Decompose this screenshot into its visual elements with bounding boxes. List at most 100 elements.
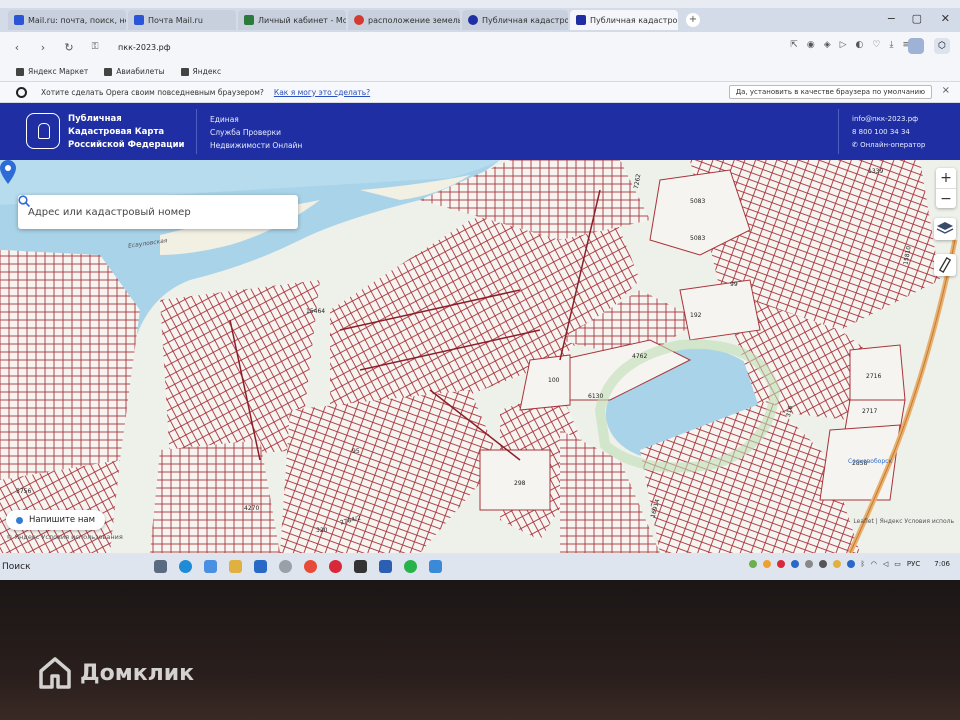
explorer-icon[interactable] (229, 560, 242, 573)
yandex-icon[interactable] (304, 560, 317, 573)
tab-label: Публичная кадастровая (482, 15, 568, 25)
tray-app-icon[interactable] (790, 560, 799, 568)
market-icon (16, 67, 24, 76)
wallet-icon[interactable]: ◐ (856, 40, 864, 50)
search-input[interactable]: Адрес или кадастровый номер (18, 195, 298, 229)
brand-line: Публичная (68, 114, 122, 124)
parcel-label: 192 (690, 312, 702, 319)
site-logo-icon[interactable] (26, 113, 60, 149)
edge-icon[interactable] (179, 560, 192, 573)
tab-cabinet[interactable]: Личный кабинет - Моя с (238, 10, 346, 30)
screen: Mail.ru: почта, поиск, но Почта Mail.ru … (0, 0, 960, 580)
bookmark-market[interactable]: Яндекс Маркет (16, 67, 88, 76)
tab-cadastral-active[interactable]: Публичная кадастровая ✕ (570, 10, 678, 30)
email-link[interactable]: info@пкк-2023.рф (852, 113, 925, 126)
site-info-icon[interactable]: ⚿ (88, 42, 102, 52)
chat-button[interactable]: Напишите нам (6, 510, 106, 530)
brand-line: Российской Федерации (68, 140, 185, 150)
parcel-label: 4762 (632, 353, 648, 360)
zoom-in-button[interactable]: + (936, 168, 956, 188)
domklik-logo-icon (39, 657, 71, 689)
tab-mail-home[interactable]: Mail.ru: почта, поиск, но (8, 10, 126, 30)
share-icon[interactable]: ⇱ (790, 40, 798, 50)
parcel-label: 2717 (862, 408, 878, 415)
camera-icon[interactable]: ◉ (807, 40, 815, 50)
play-icon[interactable]: ▷ (840, 40, 847, 50)
language-indicator[interactable]: РУС (907, 560, 920, 568)
bookmark-yandex[interactable]: Яндекс (180, 67, 222, 76)
minimize-button[interactable]: − (887, 12, 896, 25)
cadastral-map[interactable]: 5083 5083 7262 1339 15810 99 192 4762 10… (0, 160, 960, 553)
yandex-icon (180, 67, 189, 76)
tab-yandex-search[interactable]: расположение земельн (348, 10, 460, 30)
download-icon[interactable]: ⤓ (889, 40, 893, 50)
taskbar: Поиск ᛒ ◠ ◁ ▭ РУС 7:06 (0, 553, 960, 580)
mail-icon[interactable] (254, 560, 267, 573)
photos-icon[interactable] (429, 560, 442, 573)
tab-bar: Mail.ru: почта, поиск, но Почта Mail.ru … (0, 8, 960, 32)
reload-button[interactable]: ↻ (62, 41, 76, 54)
opera-icon[interactable] (329, 560, 342, 573)
address-bar: ‹ › ↻ ⚿ пкк-2023.рф ⇱ ◉ ◈ ▷ ◐ ♡ ⤓ ≡ ⬡ (0, 32, 960, 62)
yandex-browser-icon[interactable] (279, 560, 292, 573)
tray-app-icon[interactable] (804, 560, 813, 568)
tray-app-icon[interactable] (818, 560, 827, 568)
ruler-button[interactable] (934, 254, 956, 276)
yandex-attribution[interactable]: © Яндекс Условия использования (6, 533, 123, 541)
volume-icon[interactable]: ◁ (883, 560, 888, 568)
shield-icon[interactable]: ◈ (824, 40, 831, 50)
task-view-icon[interactable] (154, 560, 167, 573)
tray-app-icon[interactable] (832, 560, 841, 568)
url-field[interactable]: пкк-2023.рф (118, 43, 171, 52)
bookmark-label: Яндекс (192, 67, 222, 76)
new-tab-button[interactable]: + (686, 13, 700, 27)
close-prompt-icon[interactable]: × (942, 85, 950, 96)
parcel-label: 2716 (866, 373, 882, 380)
heart-icon[interactable]: ♡ (872, 40, 880, 50)
opera-howto-link[interactable]: Как я могу это сделать? (274, 88, 370, 97)
system-tray: ᛒ ◠ ◁ ▭ РУС 7:06 (748, 560, 950, 568)
tab-mail[interactable]: Почта Mail.ru (128, 10, 236, 30)
word-icon[interactable] (379, 560, 392, 573)
profile-avatar[interactable] (908, 38, 924, 54)
app-icon[interactable] (354, 560, 367, 573)
parcel-label: 5083 (690, 198, 706, 205)
bluetooth-icon[interactable]: ᛒ (861, 560, 865, 568)
header-divider (196, 109, 197, 154)
leaflet-attribution[interactable]: Leaflet | Яндекс Условия исполь (853, 518, 954, 525)
search-icon[interactable] (18, 195, 30, 207)
layers-button[interactable] (934, 218, 956, 240)
operator-link[interactable]: ✆ Онлайн-оператор (852, 139, 925, 152)
phone-link[interactable]: 8 800 100 34 34 (852, 126, 925, 139)
tray-app-icon[interactable] (762, 560, 771, 568)
ruler-icon (938, 257, 952, 273)
tray-app-icon[interactable] (776, 560, 785, 568)
forward-button[interactable]: › (36, 41, 50, 54)
mail-icon (14, 15, 24, 25)
tray-app-icon[interactable] (846, 560, 855, 568)
zoom-out-button[interactable]: − (936, 188, 956, 208)
opera-icon (16, 86, 27, 98)
opera-default-prompt: Хотите сделать Opera своим повседневным … (0, 82, 960, 103)
bookmark-avia[interactable]: Авиабилеты (104, 67, 165, 76)
back-button[interactable]: ‹ (10, 41, 24, 54)
location-marker-icon[interactable] (0, 160, 16, 184)
clock[interactable]: 7:06 (934, 560, 950, 568)
service-name: Единая Служба Проверки Недвижимости Онла… (210, 113, 302, 152)
extensions-icon[interactable]: ⬡ (934, 38, 950, 54)
battery-icon[interactable]: ▭ (894, 560, 901, 568)
settings-icon[interactable] (204, 560, 217, 573)
maximize-button[interactable]: ▢ (912, 12, 922, 25)
taskbar-search[interactable]: Поиск (2, 562, 142, 572)
tray-app-icon[interactable] (748, 560, 757, 568)
taskbar-apps (154, 560, 442, 573)
parcel-label: 15464 (306, 308, 326, 315)
tab-cadastral-1[interactable]: Публичная кадастровая (462, 10, 568, 30)
layers-icon (936, 222, 954, 234)
close-window-button[interactable]: ✕ (941, 12, 950, 25)
parcel-label: 1339 (868, 168, 884, 175)
whatsapp-icon[interactable] (404, 560, 417, 573)
site-brand[interactable]: Публичная Кадастровая Карта Российской Ф… (68, 113, 184, 152)
set-default-button[interactable]: Да, установить в качестве браузера по ум… (728, 85, 932, 99)
wifi-icon[interactable]: ◠ (871, 560, 877, 568)
